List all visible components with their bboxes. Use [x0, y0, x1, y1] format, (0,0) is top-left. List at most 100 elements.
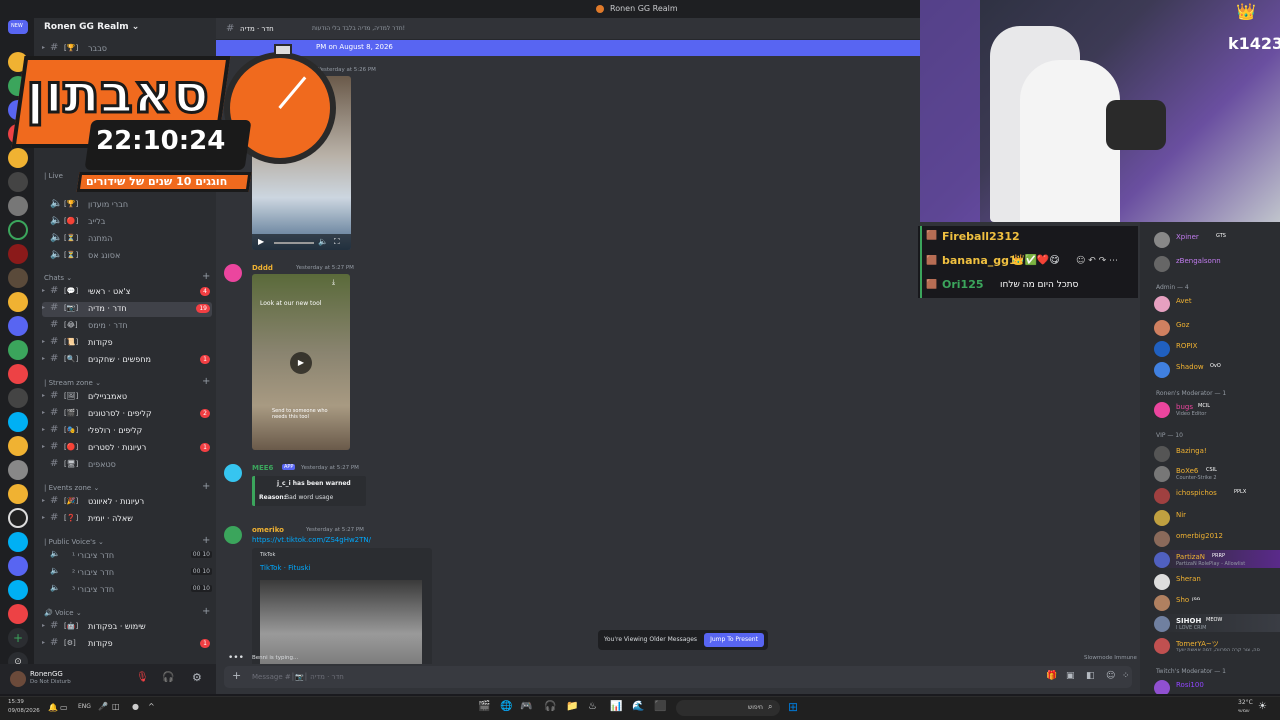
embed-thumbnail[interactable] [260, 580, 422, 664]
member-item[interactable]: BoXe6 CSIL Counter-Strike 2 [1154, 464, 1280, 482]
member-item[interactable]: Rosi100 [1154, 678, 1280, 694]
channel-item[interactable]: 🔈 [⏳] המתנה [42, 232, 212, 247]
volume-icon[interactable]: 🔈 [318, 237, 328, 246]
member-item[interactable]: ichospichos PPLX [1154, 486, 1280, 504]
sticker-icon[interactable]: ◧ [1086, 671, 1095, 681]
category-chats[interactable]: Chats ⌄ + [44, 271, 210, 282]
channel-item[interactable]: ▸ # [🔍] מחפשים · שחקנים 1 [42, 353, 212, 368]
channel-item[interactable]: 🔈 [🏆] חברי מועדון [42, 198, 212, 213]
tiktok-link[interactable]: https://vt.tiktok.com/ZS4gHw2TN/ [252, 536, 371, 544]
message-author[interactable]: Dddd [252, 264, 273, 272]
channel-item[interactable]: ▸ # [❓] שאלה · יומית [42, 512, 212, 527]
add-server-icon[interactable]: + [8, 628, 28, 648]
taskbar-search[interactable]: חיפוש ⌕ [676, 700, 780, 716]
notification-icon[interactable]: 🔔 [48, 703, 58, 712]
channel-item[interactable]: # [😂] חדר · מימס [42, 319, 212, 334]
channel-item[interactable]: ▸ # [💬] צ'אט · ראשי 4 [42, 285, 212, 300]
category-stream-zone[interactable]: | Stream zone ⌄ + [44, 376, 210, 387]
member-item[interactable]: bugs MCIL Video Editor [1154, 400, 1280, 418]
member-item[interactable]: Goz [1154, 318, 1280, 336]
emoji-icon[interactable]: ☺ [1106, 671, 1115, 681]
voice-channel[interactable]: 🔈 חדר ציבורי ² 00 10 [42, 566, 212, 581]
channel-item[interactable]: ▸ # [📜] פקודות [42, 336, 212, 351]
play-icon[interactable]: ▶ [258, 237, 264, 246]
chrome-icon[interactable]: 🌐 [500, 701, 512, 712]
edge-icon[interactable]: 🌊 [632, 701, 644, 712]
channel-item[interactable]: 🔈 [⏳] אסונג אס [42, 249, 212, 264]
app-icon[interactable]: 🎬 [478, 701, 490, 712]
server-icon[interactable] [8, 604, 28, 624]
server-icon[interactable] [8, 340, 28, 360]
member-item[interactable]: SIHOH MEOW I LOVE CRIM [1154, 614, 1280, 632]
avatar[interactable] [224, 264, 242, 282]
voice-channel[interactable]: 🔈 חדר ציבורי ¹ 00 10 [42, 549, 212, 564]
download-icon[interactable]: ⤓ [332, 278, 335, 287]
gift-icon[interactable]: 🎁 [1046, 671, 1057, 681]
member-item[interactable]: omerbig2012 [1154, 529, 1280, 547]
deafen-icon[interactable]: 🎧 [162, 672, 174, 683]
server-icon[interactable] [8, 436, 28, 456]
channel-item[interactable]: ▸ # [🎭] קליפים · רולפלי [42, 424, 212, 439]
server-icon[interactable] [8, 460, 28, 480]
gear-icon[interactable]: ⚙ [192, 671, 202, 684]
channel-item-active[interactable]: ▸ # [📷] חדר · מדיה 19 [42, 302, 212, 317]
server-icon[interactable] [8, 532, 28, 552]
server-icon[interactable] [8, 484, 28, 504]
steam-icon[interactable]: ♨ [588, 701, 597, 712]
category-public-voice[interactable]: | Public Voice's ⌄ + [44, 535, 210, 546]
gif-icon[interactable]: ▣ [1066, 671, 1075, 681]
member-item[interactable]: Shadow OvO [1154, 360, 1280, 378]
server-icon[interactable] [8, 292, 28, 312]
member-item[interactable]: Sheran [1154, 572, 1280, 590]
channel-item[interactable]: ▸ # [🖼] טאמבניילים [42, 390, 212, 405]
avatar[interactable] [224, 526, 242, 544]
server-icon[interactable] [8, 508, 28, 528]
member-item[interactable]: Sho ממן [1154, 593, 1280, 611]
server-icon[interactable] [8, 268, 28, 288]
message-actions-icon[interactable]: ☺ ↶ ↷ ⋯ [1076, 256, 1118, 266]
voice-channel[interactable]: 🔈 חדר ציבורי ³ 00 10 [42, 583, 212, 598]
server-icon[interactable] [8, 388, 28, 408]
channel-item[interactable]: 🔈 [🔴] בלייב [42, 215, 212, 230]
display-icon[interactable]: ▭ [60, 703, 68, 712]
member-item[interactable]: ROPIX [1154, 339, 1280, 357]
language-indicator[interactable]: ENG [78, 703, 91, 710]
windows-start-icon[interactable]: ⊞ [788, 700, 798, 714]
app-icon[interactable]: 📊 [610, 701, 622, 712]
mute-mic-icon[interactable]: 🎙 [136, 672, 149, 683]
server-icon[interactable] [8, 220, 28, 240]
channel-item[interactable]: ▸ # [🎉] רעיונות · לאיוונט [42, 495, 212, 510]
member-item[interactable]: Xpiner GTS [1154, 230, 1280, 248]
channel-item[interactable]: # [🖥] סטאפים [42, 458, 212, 473]
fullscreen-icon[interactable]: ⛶ [334, 237, 340, 247]
server-icon[interactable] [8, 556, 28, 576]
seek-bar[interactable] [274, 242, 314, 244]
avatar[interactable] [224, 464, 242, 482]
chevron-up-icon[interactable]: ^ [148, 702, 155, 711]
avatar[interactable] [10, 671, 26, 687]
member-item[interactable]: zBengalsonn [1154, 254, 1280, 272]
category-voice[interactable]: 🔊 Voice ⌄ + [44, 606, 210, 617]
folder-icon[interactable]: 📁 [566, 701, 578, 712]
member-item[interactable]: Bazinga! [1154, 444, 1280, 462]
member-item[interactable]: PartizaN PRRP PartizaN RolePlay - Allowlis… [1154, 550, 1280, 568]
sun-icon[interactable]: ☀ [1258, 701, 1267, 712]
member-item[interactable]: TomerYA~ツ סה, צור קרה הפרווה, דמה אאשת יו… [1154, 636, 1280, 654]
play-icon[interactable]: ▶ [290, 352, 312, 374]
member-item[interactable]: Nir [1154, 508, 1280, 526]
category-events-zone[interactable]: | Events zone ⌄ + [44, 481, 210, 492]
tray-icon[interactable]: ● [132, 702, 139, 711]
server-icon[interactable] [8, 244, 28, 264]
headset-icon[interactable]: 🎧 [544, 701, 556, 712]
channel-item[interactable]: ▸ # [🎬] קליפים · לסרטונים 2 [42, 407, 212, 422]
embed-title[interactable]: TikTok · Fituski [260, 564, 310, 572]
message-input[interactable]: + Message #│📷│ חדר · מדיה 🎁 ▣ ◧ ☺ ⁘ [224, 666, 1132, 688]
message-author[interactable]: omeriko [252, 526, 284, 534]
server-icon[interactable] [8, 316, 28, 336]
network-icon[interactable]: ◫ [112, 702, 120, 711]
discord-icon[interactable]: 🎮 [520, 701, 532, 712]
app-icon[interactable]: ⬛ [654, 701, 666, 712]
apps-icon[interactable]: ⁘ [1122, 671, 1130, 681]
server-icon[interactable] [8, 580, 28, 600]
channel-item[interactable]: ▸ # [🔴] רעיונות · לסטרים 1 [42, 441, 212, 456]
